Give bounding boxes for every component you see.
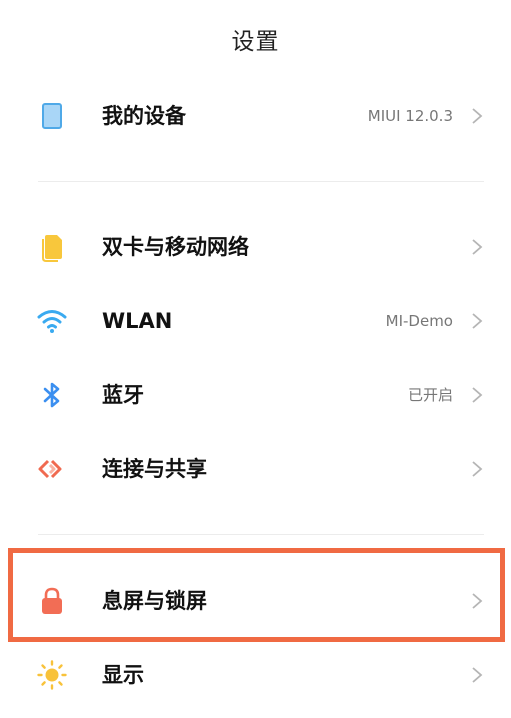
settings-item-label: 显示 (102, 663, 144, 687)
highlight-box (8, 548, 505, 642)
chevron-right-icon (471, 312, 483, 330)
page-title: 设置 (231, 29, 280, 55)
settings-item-value: MIUI 12.0.3 (367, 107, 453, 125)
section-divider (38, 534, 484, 535)
section-divider (38, 181, 484, 182)
tablet-icon (36, 101, 68, 131)
settings-item-dual-sim[interactable]: 双卡与移动网络 (0, 217, 511, 277)
chevron-right-icon (471, 460, 483, 478)
sun-icon (36, 660, 68, 690)
wifi-icon (36, 306, 68, 336)
settings-item-label: 我的设备 (102, 104, 186, 128)
chevron-right-icon (471, 666, 483, 684)
sim-card-icon (36, 232, 68, 262)
bluetooth-icon (36, 380, 68, 410)
settings-item-connection-sharing[interactable]: 连接与共享 (0, 439, 511, 499)
chevron-right-icon (471, 238, 483, 256)
settings-item-bluetooth[interactable]: 蓝牙 已开启 (0, 365, 511, 425)
settings-item-label: 蓝牙 (102, 383, 144, 407)
settings-item-label: WLAN (102, 309, 173, 333)
settings-item-wlan[interactable]: WLAN MI-Demo (0, 291, 511, 351)
settings-screen: 设置 我的设备 MIUI 12.0.3 双卡与移动网络 WLAN MI-Demo… (0, 0, 511, 718)
chevron-right-icon (471, 107, 483, 125)
settings-item-label: 双卡与移动网络 (102, 235, 249, 259)
chevron-right-icon (471, 386, 483, 404)
settings-item-value: 已开启 (407, 386, 453, 404)
settings-item-display[interactable]: 显示 (0, 645, 511, 705)
settings-item-my-device[interactable]: 我的设备 MIUI 12.0.3 (0, 86, 511, 146)
connection-share-icon (36, 454, 68, 484)
settings-item-label: 连接与共享 (102, 457, 207, 481)
settings-item-value: MI-Demo (385, 312, 453, 330)
